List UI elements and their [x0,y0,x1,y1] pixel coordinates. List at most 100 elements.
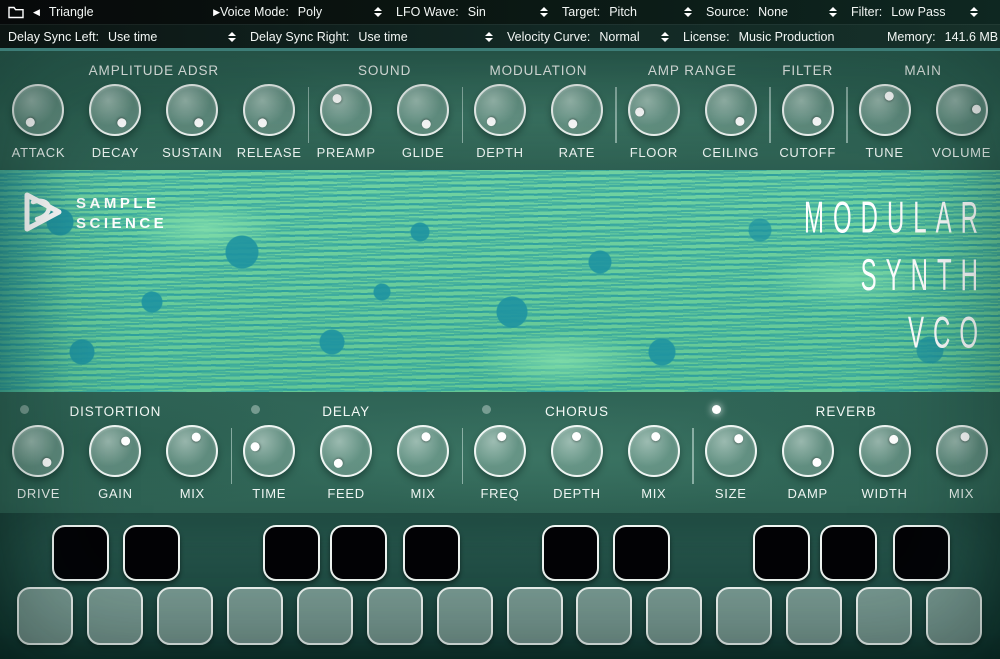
menu-item-value[interactable]: Music Production [739,30,835,44]
stepper-icon[interactable] [540,7,548,17]
black-key[interactable] [123,525,180,581]
stepper-icon[interactable] [970,7,978,17]
white-key[interactable] [17,587,73,645]
stepper-up-icon[interactable] [374,7,382,11]
white-key[interactable] [436,587,493,645]
knob-control[interactable] [89,425,142,477]
knob-label: FREQ [480,486,520,501]
white-key[interactable] [296,587,353,645]
white-key[interactable] [86,587,143,645]
knob-control[interactable] [243,425,296,477]
stepper-up-icon[interactable] [829,7,837,11]
knob-control[interactable] [935,84,988,136]
white-key[interactable] [856,587,913,645]
menu-item-value[interactable]: 141.6 MB [945,30,999,44]
knob-control[interactable] [166,84,219,136]
menu-item-value[interactable]: Use time [108,30,157,44]
folder-icon[interactable] [8,6,24,19]
white-key[interactable] [576,587,633,645]
menu-item-value[interactable]: Use time [358,30,407,44]
stepper-down-icon[interactable] [970,13,978,17]
knob-control[interactable] [704,84,757,136]
menu-item-value[interactable]: None [758,5,788,19]
black-key[interactable] [752,525,810,581]
black-key[interactable] [612,525,670,581]
stepper-up-icon[interactable] [661,31,669,36]
knob-pointer [936,84,988,136]
knob-control[interactable] [12,84,65,136]
knob-control[interactable] [781,425,834,477]
knob-control[interactable] [550,84,603,136]
stepper-up-icon[interactable] [228,31,236,36]
preset-name[interactable]: Triangle [49,5,204,19]
knob-control[interactable] [320,425,373,477]
stepper-up-icon[interactable] [485,31,493,36]
black-key[interactable] [52,525,109,581]
black-key[interactable] [892,525,950,581]
knob-pointer [5,417,73,485]
black-key[interactable] [541,525,599,581]
white-key[interactable] [156,587,213,645]
stepper-down-icon[interactable] [374,13,382,17]
black-key[interactable] [330,525,387,581]
white-key[interactable] [646,587,703,645]
stepper-icon[interactable] [684,7,692,17]
knob-control[interactable] [473,425,526,477]
knob-control[interactable] [473,84,526,136]
stepper-up-icon[interactable] [970,7,978,11]
menu-item-label: Target: [562,5,601,19]
menu-item-value[interactable]: Low Pass [891,5,945,19]
knob-pointer [698,418,764,484]
stepper-icon[interactable] [661,31,669,42]
knob-pointer [474,425,526,477]
stepper-icon[interactable] [829,7,837,17]
white-key[interactable] [366,587,423,645]
preset-prev-icon[interactable]: ◀ [33,7,40,17]
stepper-down-icon[interactable] [829,13,837,17]
menu-item-value[interactable]: Poly [298,5,322,19]
stepper-down-icon[interactable] [684,13,692,17]
white-key[interactable] [226,587,283,645]
menu-item-label: Velocity Curve: [507,29,591,44]
white-key[interactable] [716,587,773,645]
stepper-down-icon[interactable] [540,13,548,17]
knob-control[interactable] [935,425,988,477]
black-key[interactable] [403,525,460,581]
knob-pointer [553,427,601,475]
stepper-down-icon[interactable] [661,37,669,42]
knob-control[interactable] [12,425,65,477]
knob-control[interactable] [858,84,911,136]
knob-indicator-dot [249,441,261,453]
white-key[interactable] [786,587,843,645]
stepper-down-icon[interactable] [485,37,493,42]
knob-pointer [83,77,149,143]
knob-control[interactable] [858,425,911,477]
knob-control[interactable] [550,425,603,477]
stepper-down-icon[interactable] [228,37,236,42]
knob-control[interactable] [627,425,680,477]
menu-item-value[interactable]: Pitch [609,5,637,19]
black-key[interactable] [819,525,877,581]
knob-control[interactable] [89,84,142,136]
knob-control[interactable] [704,425,757,477]
knob-control[interactable] [627,84,680,136]
knob-control[interactable] [166,425,219,477]
stepper-icon[interactable] [485,31,493,42]
knob-label: DRIVE [16,486,61,501]
preset-next-icon[interactable]: ▶ [213,7,220,17]
menu-item-value[interactable]: Sin [468,5,486,19]
stepper-up-icon[interactable] [540,7,548,11]
stepper-icon[interactable] [228,31,236,42]
menu-item-value[interactable]: Normal [599,30,639,44]
knob-control[interactable] [397,425,450,477]
knob-control[interactable] [243,84,296,136]
white-key[interactable] [506,587,563,645]
stepper-up-icon[interactable] [684,7,692,11]
knob-control[interactable] [320,84,373,136]
knob-control[interactable] [781,84,834,136]
white-key[interactable] [926,587,983,645]
effects-sections-row: DISTORTION DRIVE GAIN MIX DELAY TIME FEED MIX CH… [0,392,1000,513]
knob-control[interactable] [397,84,450,136]
black-key[interactable] [263,525,320,581]
stepper-icon[interactable] [374,7,382,17]
